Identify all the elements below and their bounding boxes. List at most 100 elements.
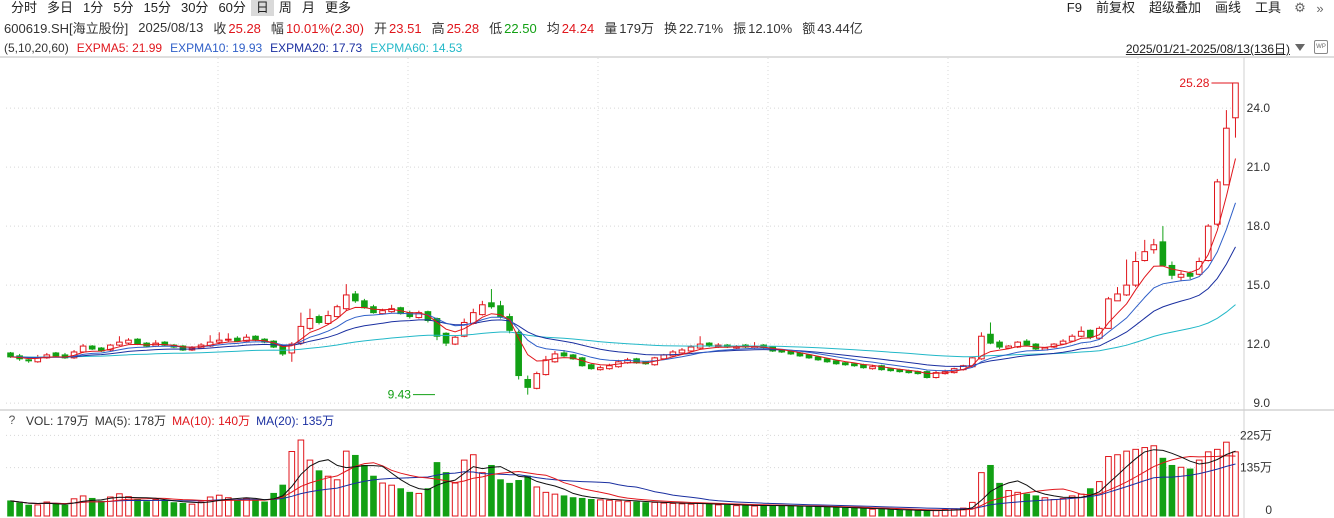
- candle-body: [678, 349, 686, 354]
- candle-body: [342, 294, 350, 310]
- volume-bar: [134, 498, 141, 517]
- volume-bar: [606, 499, 613, 517]
- volume-bar: [43, 501, 51, 517]
- volume-bar: [152, 499, 160, 517]
- candle-body: [442, 332, 450, 344]
- volume-bar: [261, 501, 268, 517]
- volume-bar: [751, 505, 758, 517]
- candle-body: [1214, 181, 1221, 225]
- candle-body: [25, 359, 32, 362]
- candle-body: [1232, 82, 1239, 119]
- volume-bar: [1168, 464, 1176, 517]
- candle-body: [134, 338, 141, 345]
- volume-bar: [542, 491, 550, 517]
- volume-bar: [161, 500, 169, 517]
- volume-bar: [678, 503, 686, 517]
- volume-bar: [642, 502, 649, 517]
- volume-bar: [633, 501, 640, 517]
- price-tick-label: 15.0: [1247, 278, 1271, 292]
- volume-bar: [143, 501, 150, 517]
- candle-body: [215, 339, 223, 343]
- volume-bar: [497, 479, 504, 517]
- volume-bar: [270, 492, 277, 517]
- volume-bar: [524, 475, 532, 517]
- volume-bar: [1105, 456, 1112, 517]
- volume-bar: [506, 482, 513, 517]
- candle-body: [1114, 293, 1121, 302]
- volume-bar: [1195, 459, 1203, 517]
- volume-bar: [279, 484, 287, 517]
- candle-body: [996, 341, 1003, 348]
- volume-bar: [415, 492, 423, 517]
- volume-bar: [515, 480, 522, 517]
- volume-bar: [832, 507, 840, 517]
- volume-bar: [442, 472, 450, 517]
- volume-tick-label: 135万: [1240, 461, 1272, 475]
- candle-body: [88, 345, 96, 350]
- volume-bar: [188, 503, 196, 517]
- volume-bar: [1141, 447, 1149, 517]
- candle-body: [814, 356, 822, 361]
- volume-bar: [733, 505, 740, 517]
- candle-body: [587, 364, 595, 370]
- kline-chart[interactable]: 9.0 12.0 15.0 18.0 21.0 24.0 0 135万 225万 25.28 9.4…: [0, 0, 1334, 518]
- volume-bar: [687, 503, 695, 517]
- volume-bar: [869, 508, 876, 517]
- volume-bar: [361, 464, 368, 517]
- expma20-line: [10, 246, 1236, 367]
- volume-bar: [70, 498, 78, 517]
- low-marker-label: 9.43: [388, 388, 412, 402]
- candle-body: [352, 293, 359, 302]
- candle-body: [333, 306, 341, 318]
- volume-bar: [996, 482, 1003, 517]
- candle-body: [234, 337, 241, 342]
- candle-body: [79, 345, 87, 353]
- volume-bar: [107, 496, 114, 517]
- candle-body: [533, 373, 541, 389]
- volume-bar: [197, 501, 205, 517]
- volume-bar: [1232, 451, 1239, 517]
- candle-body: [116, 341, 123, 346]
- volume-bar: [851, 507, 858, 517]
- candle-body: [805, 354, 813, 359]
- volume-bar: [932, 509, 940, 517]
- candle-body: [451, 336, 459, 345]
- volume-bar: [88, 497, 96, 517]
- candle-body: [542, 359, 550, 376]
- candle-body: [52, 352, 60, 357]
- candle-body: [379, 310, 386, 315]
- volume-bar: [1086, 488, 1094, 517]
- candle-body: [1096, 327, 1103, 339]
- volume-bar: [370, 475, 377, 517]
- volume-bar: [660, 502, 668, 517]
- volume-bar: [887, 509, 894, 517]
- candle-body: [315, 316, 323, 323]
- candle-body: [1141, 251, 1149, 262]
- volume-bar: [1204, 451, 1212, 517]
- volume-bar: [1096, 481, 1103, 517]
- expma5-line: [10, 158, 1236, 375]
- volume-bar: [860, 508, 867, 517]
- volume-bar: [79, 495, 87, 517]
- candle-body: [406, 312, 414, 318]
- volume-tick-label: 0: [1265, 503, 1272, 517]
- candle-body: [1105, 298, 1112, 329]
- volume-bar: [760, 504, 767, 517]
- volume-bar: [451, 482, 459, 517]
- volume-bar: [52, 503, 60, 517]
- candle-body: [923, 371, 931, 379]
- candle-body: [851, 363, 858, 367]
- volume-bar: [215, 494, 223, 517]
- candle-body: [224, 338, 232, 341]
- candle-body: [488, 302, 495, 308]
- volume-bar: [651, 501, 659, 517]
- volume-bar: [1159, 457, 1167, 517]
- candle-body: [1150, 244, 1158, 251]
- volume-bar: [823, 506, 831, 517]
- candle-body: [1132, 261, 1139, 286]
- candle-body: [578, 357, 586, 367]
- candle-body: [869, 366, 876, 370]
- volume-bar: [923, 510, 931, 517]
- volume-bar: [587, 499, 595, 517]
- volume-bar: [742, 504, 749, 517]
